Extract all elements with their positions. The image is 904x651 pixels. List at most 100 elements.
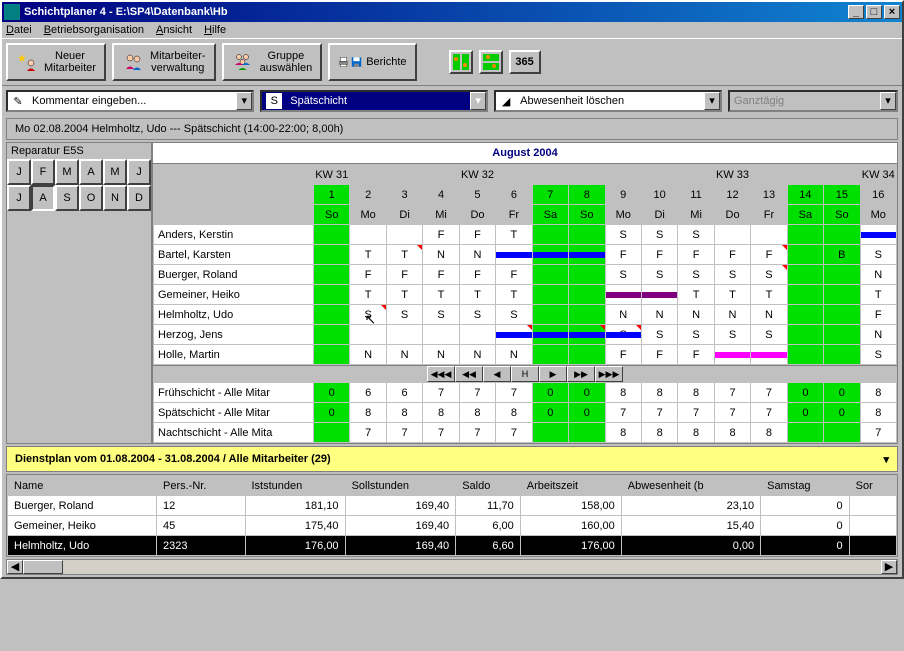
summary-col-header[interactable]: Arbeitszeit — [520, 476, 621, 496]
shift-cell[interactable]: N — [678, 305, 714, 325]
month-D-11[interactable]: D — [127, 185, 151, 211]
month-J-0[interactable]: J — [7, 159, 31, 185]
summary-row[interactable]: Helmholtz, Udo2323176,00169,406,60176,00… — [8, 536, 897, 556]
shift-cell[interactable]: F — [714, 245, 750, 265]
nav-button-0[interactable]: ◀◀◀ — [427, 366, 455, 382]
shift-cell[interactable] — [824, 225, 860, 245]
shift-cell[interactable]: T — [423, 285, 459, 305]
shift-cell[interactable]: S — [641, 325, 677, 345]
scroll-left-button[interactable]: ◀ — [7, 560, 23, 574]
shift-cell[interactable]: T — [350, 285, 386, 305]
shift-cell[interactable]: F — [350, 265, 386, 285]
shift-cell[interactable]: S — [605, 265, 641, 285]
shift-cell[interactable] — [314, 345, 350, 365]
shift-cell[interactable]: N — [386, 345, 422, 365]
shift-cell[interactable] — [714, 225, 750, 245]
shift-cell[interactable]: T — [386, 285, 422, 305]
shift-cell[interactable] — [824, 265, 860, 285]
shift-cell[interactable] — [787, 245, 823, 265]
shift-cell[interactable] — [860, 225, 896, 245]
shift-cell[interactable]: F — [751, 245, 787, 265]
shift-cell[interactable]: S — [714, 265, 750, 285]
shift-cell[interactable] — [532, 285, 568, 305]
shift-cell[interactable] — [824, 285, 860, 305]
month-N-10[interactable]: N — [103, 185, 127, 211]
month-J-5[interactable]: J — [127, 159, 151, 185]
shift-cell[interactable]: S — [641, 265, 677, 285]
shift-cell[interactable]: S — [678, 265, 714, 285]
shift-cell[interactable]: S — [459, 305, 495, 325]
shift-cell[interactable] — [314, 325, 350, 345]
shift-cell[interactable]: N — [350, 345, 386, 365]
shift-cell[interactable] — [787, 265, 823, 285]
month-F-1[interactable]: F — [31, 159, 55, 185]
summary-col-header[interactable]: Samstag — [761, 476, 850, 496]
shift-cell[interactable]: T — [714, 285, 750, 305]
shift-cell[interactable] — [641, 285, 677, 305]
view-button-2[interactable] — [479, 50, 503, 74]
shift-cell[interactable] — [314, 305, 350, 325]
shift-cell[interactable]: S — [496, 305, 532, 325]
shift-cell[interactable] — [569, 225, 605, 245]
shift-cell[interactable]: F — [423, 265, 459, 285]
shift-cell[interactable]: N — [496, 345, 532, 365]
shift-cell[interactable] — [714, 345, 750, 365]
shift-cell[interactable] — [532, 305, 568, 325]
minimize-button[interactable]: _ — [848, 5, 864, 19]
shift-cell[interactable]: N — [641, 305, 677, 325]
summary-col-header[interactable]: Iststunden — [245, 476, 345, 496]
month-A-7[interactable]: A — [31, 185, 55, 211]
shift-cell[interactable]: F — [386, 265, 422, 285]
shift-cell[interactable] — [386, 325, 422, 345]
shift-cell[interactable]: S — [386, 305, 422, 325]
shift-cell[interactable]: F — [605, 245, 641, 265]
menu-ansicht[interactable]: Ansicht — [156, 24, 192, 36]
employee-name[interactable]: Anders, Kerstin — [154, 225, 314, 245]
employee-name[interactable]: Bartel, Karsten — [154, 245, 314, 265]
shift-cell[interactable]: S — [641, 225, 677, 245]
shift-cell[interactable]: N — [605, 305, 641, 325]
shift-cell[interactable] — [314, 245, 350, 265]
comment-combo[interactable]: ✎ ▾ — [6, 90, 254, 112]
shift-cell[interactable]: F — [641, 345, 677, 365]
close-button[interactable]: × — [884, 5, 900, 19]
employee-name[interactable]: Holle, Martin — [154, 345, 314, 365]
shift-cell[interactable]: N — [423, 345, 459, 365]
shift-cell[interactable] — [569, 345, 605, 365]
shift-cell[interactable]: S — [423, 305, 459, 325]
shift-cell[interactable]: T — [350, 245, 386, 265]
shift-cell[interactable] — [751, 345, 787, 365]
shift-cell[interactable] — [569, 325, 605, 345]
view-button-1[interactable] — [449, 50, 473, 74]
dropdown-button[interactable]: ▾ — [470, 92, 486, 110]
shift-cell[interactable]: N — [423, 245, 459, 265]
shift-cell[interactable] — [824, 345, 860, 365]
shift-cell[interactable]: T — [459, 285, 495, 305]
reports-button[interactable]: Berichte — [328, 43, 416, 81]
nav-button-3[interactable]: H — [511, 366, 539, 382]
summary-col-header[interactable]: Sollstunden — [345, 476, 456, 496]
shift-cell[interactable] — [787, 305, 823, 325]
shift-cell[interactable] — [824, 305, 860, 325]
shift-cell[interactable]: N — [860, 265, 896, 285]
shift-cell[interactable] — [532, 325, 568, 345]
shift-cell[interactable] — [314, 225, 350, 245]
nav-button-2[interactable]: ◀ — [483, 366, 511, 382]
shift-cell[interactable] — [532, 265, 568, 285]
month-J-6[interactable]: J — [7, 185, 31, 211]
employee-name[interactable]: Buerger, Roland — [154, 265, 314, 285]
shift-cell[interactable] — [787, 345, 823, 365]
maximize-button[interactable]: □ — [866, 5, 882, 19]
shift-cell[interactable]: N — [459, 345, 495, 365]
comment-input[interactable] — [28, 95, 236, 107]
month-M-4[interactable]: M — [103, 159, 127, 185]
shift-cell[interactable]: S — [860, 245, 896, 265]
shift-cell[interactable]: F — [459, 225, 495, 245]
dropdown-button[interactable]: ▾ — [704, 92, 720, 110]
absence-input[interactable] — [516, 95, 704, 107]
summary-col-header[interactable]: Sor — [849, 476, 896, 496]
menu-datei[interactable]: Datei — [6, 24, 32, 36]
shift-cell[interactable] — [496, 245, 532, 265]
shift-cell[interactable]: T — [496, 225, 532, 245]
new-employee-button[interactable]: NeuerMitarbeiter — [6, 43, 106, 81]
